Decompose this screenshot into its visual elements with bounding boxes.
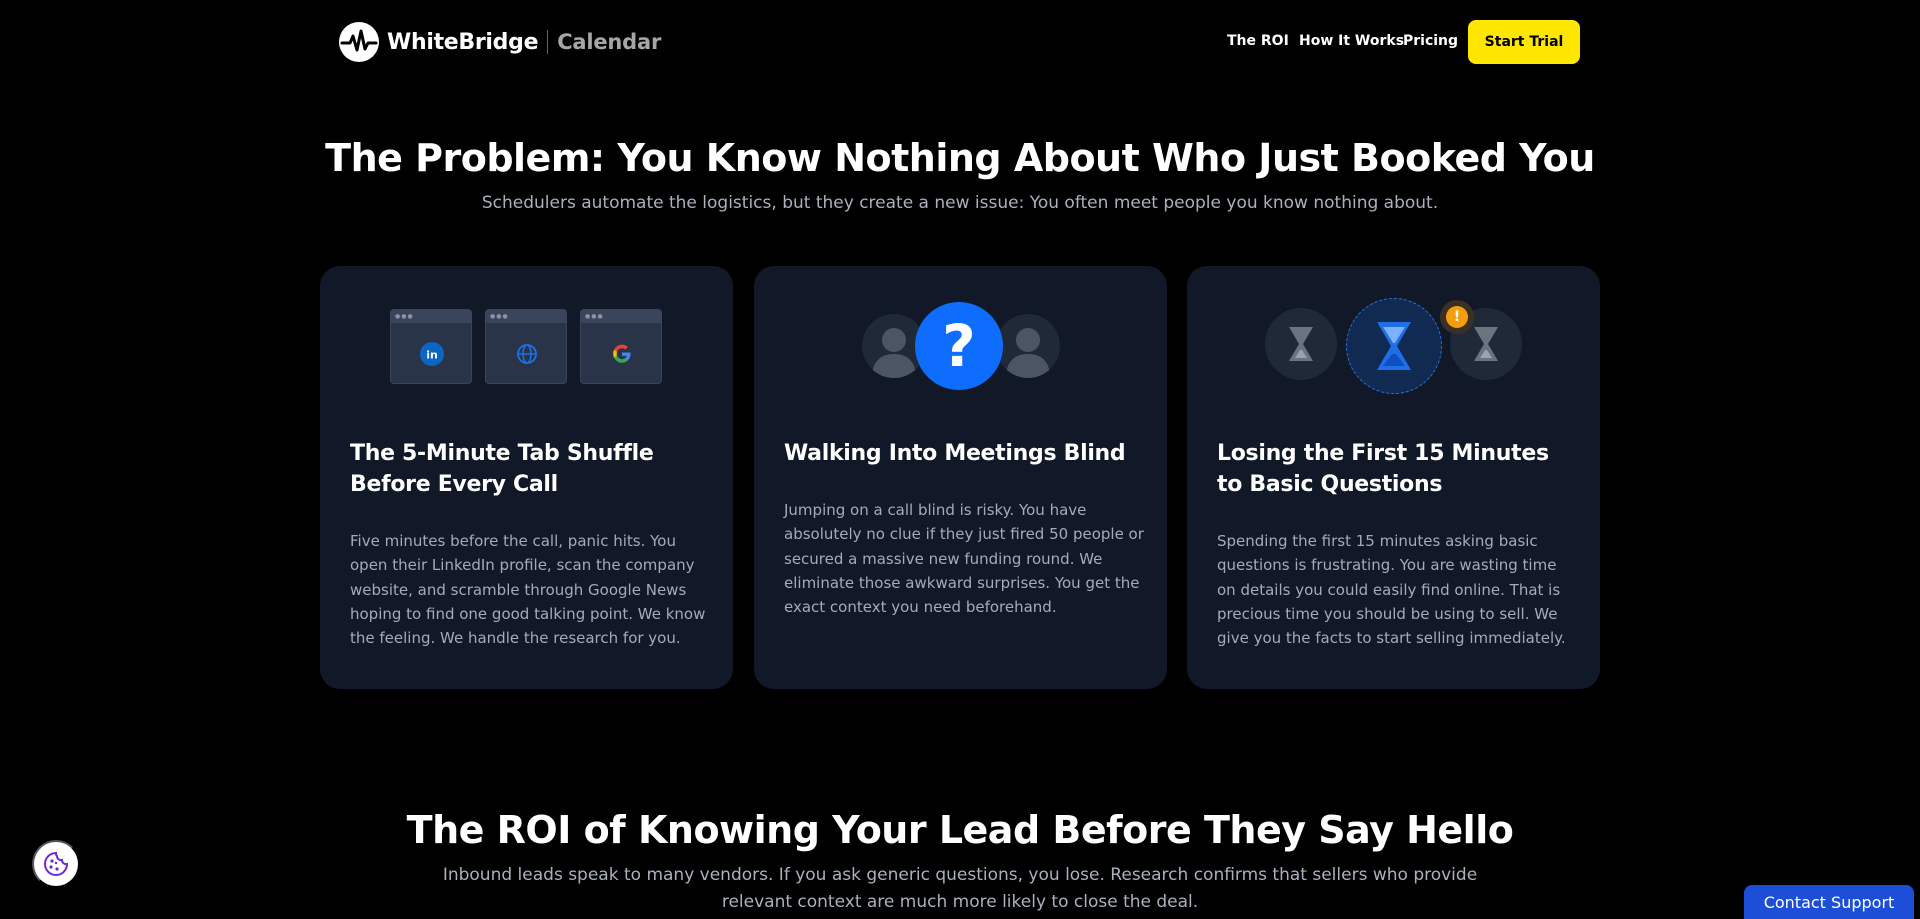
linkedin-icon: in — [420, 342, 444, 366]
svg-text:in: in — [426, 349, 438, 362]
card-title: The 5-Minute Tab Shuffle Before Every Ca… — [350, 441, 654, 497]
brand-divider — [547, 30, 549, 54]
roi-title: The ROI of Knowing Your Lead Before They… — [406, 808, 1514, 852]
nav-link-roi[interactable]: The ROI — [1227, 33, 1289, 49]
card-body: Jumping on a call blind is risky. You ha… — [784, 501, 1144, 617]
nav-link-pricing[interactable]: Pricing — [1403, 33, 1458, 49]
brand-logo[interactable]: WhiteBridge Calendar — [339, 22, 661, 62]
problem-subtitle: Schedulers automate the logistics, but t… — [481, 193, 1439, 213]
nav-link-how-it-works[interactable]: How It Works — [1299, 33, 1404, 49]
browser-window: ●●● — [485, 309, 567, 384]
browser-window: ●●● — [580, 309, 662, 384]
roi-subtitle: Inbound leads speak to many vendors. If … — [442, 865, 1478, 912]
site-header: WhiteBridge Calendar The ROI How It Work… — [0, 0, 1920, 84]
globe-icon — [515, 342, 539, 366]
cookie-settings-button[interactable] — [32, 840, 80, 888]
browser-window: ●●● in — [390, 309, 472, 384]
card-body: Five minutes before the call, panic hits… — [350, 532, 706, 648]
contact-support-button[interactable]: Contact Support — [1744, 885, 1914, 919]
google-icon — [610, 342, 634, 366]
cookie-icon — [44, 851, 69, 876]
hourglass-icon — [1265, 308, 1337, 380]
product-name: Calendar — [557, 30, 662, 54]
question-mark-icon: ? — [915, 302, 1003, 390]
problem-card-meetings-blind: ? Walking Into Meetings Blind Jumping on… — [754, 266, 1167, 689]
person-icon — [996, 314, 1060, 378]
alert-badge: ! — [1446, 306, 1468, 328]
problem-title: The Problem: You Know Nothing About Who … — [325, 136, 1595, 180]
alert-icon: ! — [1440, 300, 1474, 334]
problem-card-tab-shuffle: ●●● in ●●● ●●● The 5-Minute Tab Shuffle … — [320, 266, 733, 689]
hourglass-icon — [1346, 298, 1442, 394]
card-title: Walking Into Meetings Blind — [784, 441, 1126, 466]
brand-name: WhiteBridge — [387, 29, 539, 55]
card-title: Losing the First 15 Minutes to Basic Que… — [1217, 441, 1549, 497]
problem-card-first-15-minutes: ! Losing the First 15 Minutes to Basic Q… — [1187, 266, 1600, 689]
waveform-logo-icon — [339, 22, 379, 62]
start-trial-button[interactable]: Start Trial — [1468, 20, 1580, 64]
card-body: Spending the first 15 minutes asking bas… — [1217, 532, 1566, 648]
